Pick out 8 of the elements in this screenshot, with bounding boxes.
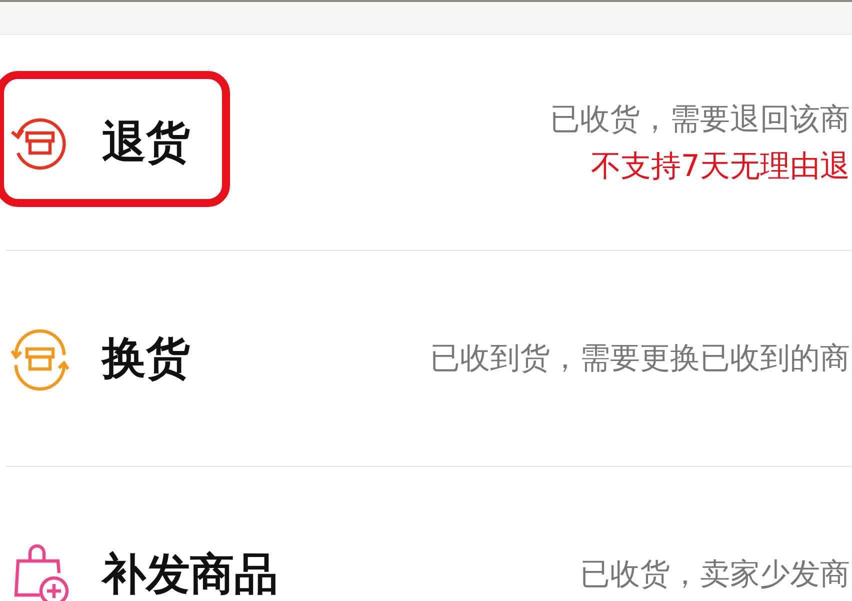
option-title[interactable]: 换货 bbox=[102, 329, 190, 388]
option-title[interactable]: 补发商品 bbox=[102, 545, 278, 601]
option-description: 已收货，需要退回该商 bbox=[550, 100, 850, 138]
notice-text: 不支持7天无理由退 bbox=[590, 148, 850, 186]
exchange-box-icon bbox=[8, 326, 72, 390]
option-description: 已收到货，需要更换已收到的商 bbox=[430, 340, 850, 378]
option-description: 已收货，卖家少发商 bbox=[580, 556, 850, 594]
option-title[interactable]: 退货 bbox=[102, 113, 190, 172]
